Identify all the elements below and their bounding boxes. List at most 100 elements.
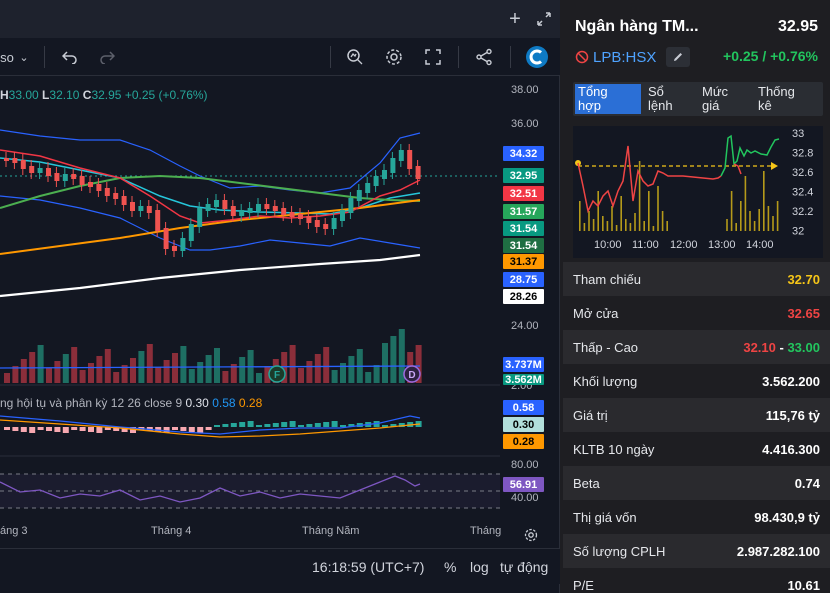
stock-name: Ngân hàng TM... (575, 18, 699, 35)
candle-body (256, 204, 261, 211)
candle-body (365, 183, 371, 193)
fullscreen-icon[interactable] (535, 8, 553, 30)
price-chart[interactable]: F D (0, 78, 500, 548)
mini-volume-bar (772, 216, 774, 231)
macd-tag: 0.30 (503, 417, 544, 432)
mini-volume-bar (615, 225, 618, 231)
candle-body (71, 174, 77, 179)
mini-volume-bar (735, 223, 737, 231)
x-axis-label: áng 3 (0, 525, 28, 537)
auto-scale-toggle[interactable]: tự động (500, 559, 548, 575)
candle-body (62, 174, 68, 181)
macd-bar (272, 423, 279, 427)
chart-panel[interactable]: + so ⌄ H33.00 L32.10 C32.95 +0.25 (+0.76… (0, 0, 560, 593)
macd-name: ng hội tụ và phân kỳ (0, 396, 108, 410)
macd-params: 12 26 close 9 (110, 396, 183, 410)
bollinger-upper (0, 129, 421, 194)
candle-body (163, 228, 169, 249)
intraday-price-green (720, 134, 780, 177)
mini-volume-bar (661, 211, 664, 231)
volume-bar (96, 356, 103, 383)
tab-label: kê (758, 98, 772, 113)
macd-bar (172, 427, 178, 430)
candle-body (373, 176, 379, 186)
mini-volume-bar (579, 201, 581, 231)
tab-price-levels[interactable]: Mức giá (699, 84, 751, 114)
add-icon[interactable]: + (506, 8, 524, 30)
macd-bar (214, 425, 220, 427)
macd-bar (71, 427, 78, 430)
macd-bar (29, 427, 36, 433)
interval-label[interactable]: so (0, 46, 14, 68)
volume-bar (222, 371, 229, 383)
macd-bar (62, 427, 69, 433)
mini-volume-bar (730, 191, 733, 231)
macd-value-1: 0.30 (185, 396, 209, 410)
candle-body (113, 193, 119, 199)
mini-volume-bar (583, 223, 586, 231)
volume-bar (62, 354, 69, 383)
macd-bar (298, 425, 304, 427)
intraday-mini-chart[interactable]: 33 32.8 32.6 32.4 32.2 32 10:00 11:00 12:00 13:0… (573, 126, 823, 258)
ticker-symbol[interactable]: LPB:HSX (593, 49, 656, 66)
tab-statistics[interactable]: Thống kê (755, 84, 817, 114)
macd-bar (230, 423, 237, 427)
macd-bar (96, 427, 103, 433)
undo-icon[interactable] (60, 46, 80, 68)
macd-bar (188, 427, 195, 432)
mini-volume-bar (606, 221, 609, 231)
stat-label: Số lượng CPLH (573, 543, 666, 559)
expand-icon[interactable] (422, 46, 444, 68)
volume-bar (172, 353, 178, 383)
mini-volume-bar (597, 191, 599, 231)
price-change: +0.25 / +0.76% (723, 48, 818, 64)
candle-body (247, 208, 253, 213)
tab-order-book[interactable]: Sổ lệnh (645, 84, 697, 114)
price-tag: 28.75 (503, 272, 544, 287)
candle-body (79, 176, 85, 185)
mini-volume-bar (657, 186, 659, 231)
candle-body (239, 210, 245, 216)
stat-row: Thị giá vốn 98.430,9 tỷ (563, 500, 830, 534)
percent-scale-toggle[interactable]: % (444, 559, 456, 575)
brand-logo-icon[interactable] (524, 46, 550, 68)
mini-x-labels: 10:00 11:00 12:00 13:00 14:00 (594, 239, 774, 251)
edit-button[interactable] (666, 47, 691, 67)
chevron-down-icon[interactable]: ⌄ (18, 46, 30, 68)
candle-body (348, 198, 354, 213)
tab-label: Mức (702, 84, 729, 99)
candle-body (407, 150, 413, 169)
redo-icon[interactable] (97, 46, 117, 68)
volume-bar (256, 373, 262, 383)
macd-bar (197, 427, 204, 433)
macd-bar (46, 427, 52, 431)
macd-bar (340, 425, 346, 427)
volume-bar (54, 361, 61, 383)
volume-bar (188, 369, 195, 383)
mini-volume-bar (726, 219, 728, 231)
candle-body (197, 208, 203, 227)
volume-bar (197, 362, 204, 383)
mini-volume-bar (643, 221, 645, 231)
candle-body (172, 246, 177, 251)
mini-volume-bar (758, 209, 760, 231)
mini-volume-bar (611, 206, 613, 231)
price-axis-label: 24.00 (511, 320, 539, 332)
share-icon[interactable] (473, 46, 495, 68)
stat-low: 32.10 (743, 339, 776, 355)
gear-icon[interactable] (383, 46, 405, 68)
candle-body (264, 204, 270, 209)
indicator-search-icon[interactable] (344, 46, 366, 68)
volume-bar (298, 368, 304, 383)
mini-volume-bar (588, 211, 590, 231)
mini-volume-bar (666, 221, 668, 231)
candle-body (289, 212, 295, 217)
stat-separator: - (775, 339, 788, 355)
settings-gear-small-icon[interactable] (522, 524, 540, 546)
macd-bar (88, 427, 94, 432)
volume-bar (113, 372, 120, 383)
log-scale-toggle[interactable]: log (470, 559, 489, 575)
candle-body (54, 173, 60, 181)
tab-summary[interactable]: Tổng hợp (575, 84, 641, 114)
volume-bar (79, 370, 86, 383)
